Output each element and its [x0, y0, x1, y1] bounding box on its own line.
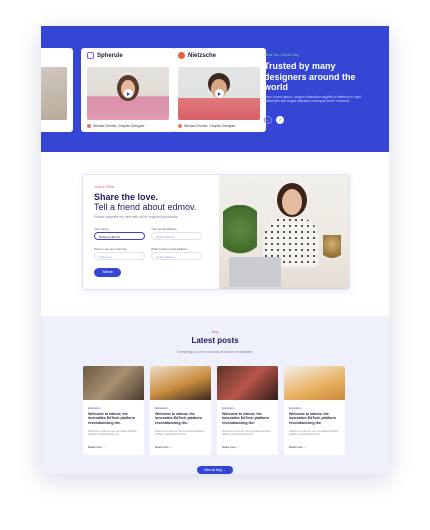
- testimonial-photo: [87, 67, 169, 120]
- brand-name: Nietzsche: [178, 52, 216, 59]
- section-description: Everything you need to study and learn t…: [176, 350, 254, 354]
- referral-email-label: What is their email address: [151, 247, 188, 251]
- post-category: Education: [155, 406, 168, 410]
- section-eyebrow: Blog: [211, 330, 219, 334]
- avatar: [87, 124, 91, 128]
- submit-button[interactable]: Submit: [94, 268, 121, 277]
- referral-email-input[interactable]: Email address: [151, 252, 202, 260]
- read-more-link[interactable]: Read more →: [88, 445, 105, 449]
- section-title: Share the love.: [94, 192, 159, 202]
- post-category: Education: [88, 406, 101, 410]
- post-title[interactable]: Welcome to edmov, the innovative EdTech …: [88, 412, 140, 425]
- name-input[interactable]: Rebecca Brown: [94, 232, 145, 240]
- brand-logo-icon: [87, 52, 94, 59]
- blog-section: Blog Latest posts Everything you need to…: [41, 316, 389, 474]
- brand-name: Spherule: [87, 52, 123, 59]
- testimonial-author: Nikolas Zimmer, Graphic Designer: [178, 124, 236, 128]
- post-title[interactable]: Welcome to edmov, the innovative EdTech …: [289, 412, 341, 425]
- blog-card[interactable]: Education Welcome to edmov, the innovati…: [83, 366, 144, 455]
- section-eyebrow: Invite a Friend: [94, 185, 115, 189]
- section-eyebrow: What Our Clients Say: [264, 53, 299, 57]
- arrow-right-icon: ›: [279, 117, 281, 123]
- post-excerpt: Welcome to edmov, the innovative EdTech …: [289, 430, 338, 437]
- email-label: Your email address: [151, 227, 177, 231]
- section-title: Latest posts: [191, 336, 239, 345]
- testimonial-author: Nikolas Zimmer, Graphic Designer: [87, 124, 145, 128]
- section-description: Nunc a sem ipsum, congue bibendum sagitt…: [264, 95, 362, 104]
- post-excerpt: Welcome to edmov, the innovative EdTech …: [222, 430, 271, 437]
- next-button[interactable]: ›: [276, 116, 284, 124]
- play-video-button[interactable]: [214, 89, 224, 98]
- testimonial-card[interactable]: Spherule Nikolas Zimmer, Graphic Designe…: [81, 48, 175, 132]
- read-more-link[interactable]: Read more →: [289, 445, 306, 449]
- name-label: Your name: [94, 227, 109, 231]
- referral-section: Invite a Friend Share the love. Tell a f…: [82, 174, 350, 290]
- section-title: Trusted by many designers around the wor…: [264, 61, 356, 92]
- read-more-link[interactable]: Read more →: [222, 445, 239, 449]
- post-image: [284, 366, 345, 400]
- testimonial-photo: [178, 67, 260, 120]
- post-category: Education: [289, 406, 302, 410]
- prev-button[interactable]: ‹: [264, 116, 272, 124]
- post-title[interactable]: Welcome to edmov, the innovative EdTech …: [155, 412, 207, 425]
- brand-logo-icon: [178, 52, 185, 59]
- testimonial-photo: [41, 67, 67, 120]
- read-more-link[interactable]: Read more →: [155, 445, 172, 449]
- section-subtitle: Tell a friend about edmov.: [94, 202, 197, 212]
- post-image: [150, 366, 211, 400]
- testimonials-section: Spherule Nikolas Zimmer, Graphic Designe…: [41, 26, 389, 152]
- post-image: [83, 366, 144, 400]
- post-category: Education: [222, 406, 235, 410]
- view-all-button[interactable]: View all blog →: [197, 466, 233, 474]
- referral-photo: [219, 175, 349, 289]
- blog-card[interactable]: Education Welcome to edmov, the innovati…: [217, 366, 278, 455]
- post-image: [217, 366, 278, 400]
- post-excerpt: Welcome to edmov, the innovative EdTech …: [88, 430, 137, 437]
- avatar: [178, 124, 182, 128]
- post-title[interactable]: Welcome to edmov, the innovative EdTech …: [222, 412, 274, 425]
- section-description: Please complete the form with all the re…: [94, 215, 180, 219]
- arrow-left-icon: ‹: [267, 118, 269, 124]
- referral-name-label: Person you are referring: [94, 247, 127, 251]
- blog-card[interactable]: Education Welcome to edmov, the innovati…: [150, 366, 211, 455]
- referral-name-input[interactable]: Full name: [94, 252, 145, 260]
- play-video-button[interactable]: [123, 89, 133, 98]
- testimonial-card-partial[interactable]: [41, 48, 73, 132]
- email-input[interactable]: Email address: [151, 232, 202, 240]
- page-frame: Spherule Nikolas Zimmer, Graphic Designe…: [41, 26, 389, 474]
- testimonial-card[interactable]: Nietzsche Nikolas Zimmer, Graphic Design…: [172, 48, 266, 132]
- blog-card[interactable]: Education Welcome to edmov, the innovati…: [284, 366, 345, 455]
- post-excerpt: Welcome to edmov, the innovative EdTech …: [155, 430, 204, 437]
